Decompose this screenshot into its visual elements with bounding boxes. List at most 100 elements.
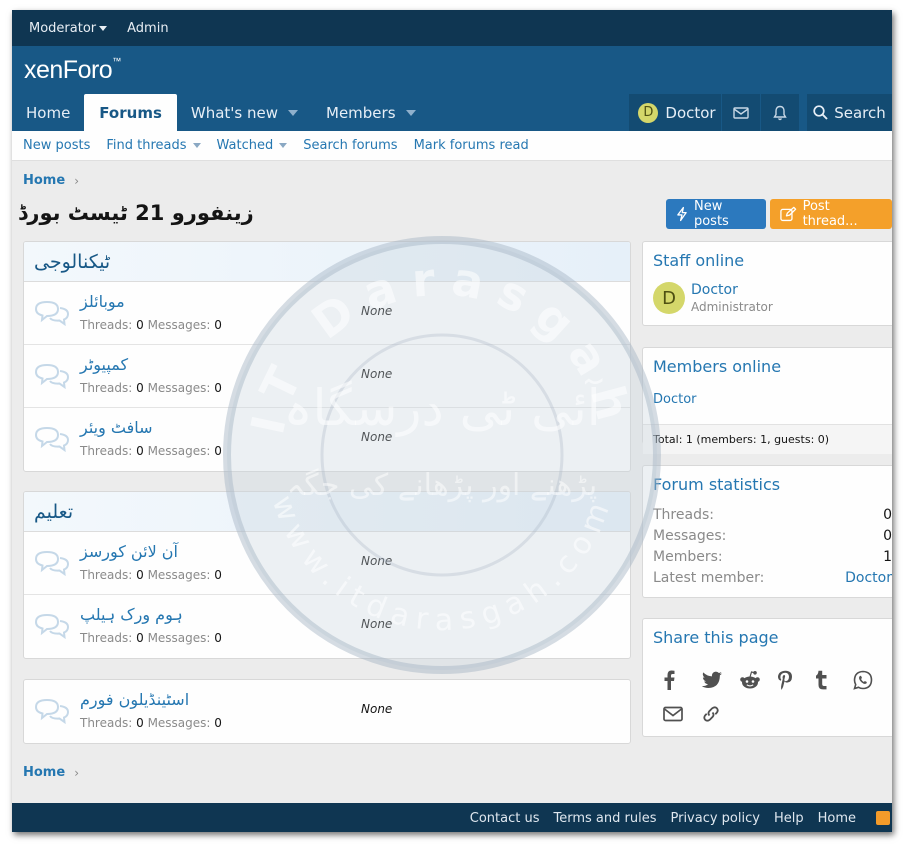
forum-stats: Threads: 0 Messages: 0 — [80, 631, 222, 645]
tab-whats-new-label: What's new — [190, 103, 278, 122]
online-member-link[interactable]: Doctor — [643, 376, 892, 424]
link-icon[interactable] — [701, 697, 739, 731]
forum-title[interactable]: اسٹینڈیلون فورم — [80, 690, 189, 709]
post-thread-label: Post thread... — [802, 199, 858, 229]
members-online-title[interactable]: Members online — [643, 348, 892, 376]
subnav-watched[interactable]: Watched — [217, 138, 288, 153]
forum-title[interactable]: کمپیوٹر — [80, 355, 128, 374]
messages-label: Messages: — [147, 631, 211, 645]
footer-home-link[interactable]: Home — [818, 811, 856, 826]
forum-chat-icon — [34, 363, 70, 390]
tab-home-label: Home — [26, 103, 71, 122]
forum-title[interactable]: موبائلز — [80, 292, 125, 311]
forum-stats: Threads: 0 Messages: 0 — [80, 444, 222, 458]
envelope-icon — [733, 106, 749, 119]
chevron-right-icon: › — [74, 765, 79, 780]
twitter-icon[interactable] — [701, 663, 739, 697]
inbox-button[interactable] — [722, 94, 760, 131]
forum-stats: Threads: 0 Messages: 0 — [80, 568, 222, 582]
staff-online-widget: Staff online D Doctor Administrator — [642, 241, 892, 326]
forum-title[interactable]: آن لائن کورسز — [80, 542, 178, 561]
subnav-watched-label: Watched — [216, 138, 274, 153]
post-thread-button[interactable]: Post thread... — [770, 199, 892, 229]
forum-node: اسٹینڈیلون فورم Threads: 0 Messages: 0 N… — [24, 680, 630, 743]
stat-label: Threads: — [653, 506, 714, 523]
share-title: Share this page — [653, 628, 779, 647]
forum-stats: Threads: 0 Messages: 0 — [80, 381, 222, 395]
threads-label: Threads: — [80, 568, 133, 582]
latest-member-link[interactable]: Doctor — [845, 570, 892, 586]
subnav-mark-forums-read[interactable]: Mark forums read — [414, 138, 529, 153]
messages-label: Messages: — [147, 318, 211, 332]
stat-value: 0 — [883, 527, 892, 544]
forum-stats: Threads: 0 Messages: 0 — [80, 318, 222, 332]
whatsapp-icon[interactable] — [853, 663, 891, 697]
stat-label: Members: — [653, 548, 723, 565]
pinterest-icon[interactable] — [777, 663, 815, 697]
category-header[interactable]: ٹیکنالوجی — [24, 242, 630, 282]
footer-contact-link[interactable]: Contact us — [470, 811, 540, 826]
staff-online-title[interactable]: Staff online — [643, 242, 892, 270]
tab-forums-label: Forums — [99, 103, 162, 122]
search-label: Search — [834, 103, 886, 122]
tab-members[interactable]: Members — [312, 94, 430, 131]
rss-icon[interactable] — [876, 811, 890, 825]
new-posts-button[interactable]: New posts — [666, 199, 766, 229]
subnav-find-threads[interactable]: Find threads — [106, 138, 201, 153]
chevron-right-icon: › — [74, 173, 79, 188]
forum-statistics-title: Forum statistics — [653, 475, 781, 494]
breadcrumb-home[interactable]: Home — [23, 173, 65, 188]
messages-label: Messages: — [147, 716, 211, 730]
caret-down-icon[interactable] — [405, 109, 416, 116]
messages-count: 0 — [214, 631, 222, 645]
staff-member: D Doctor Administrator — [643, 270, 892, 314]
browser-page: Moderator Admin xenForo™ Home Forums Wha… — [12, 10, 892, 832]
email-icon[interactable] — [663, 697, 701, 731]
forum-stats: Threads: 0 Messages: 0 — [80, 716, 222, 730]
messages-label: Messages: — [147, 444, 211, 458]
subnav-search-forums[interactable]: Search forums — [303, 138, 397, 153]
threads-count: 0 — [136, 444, 144, 458]
threads-label: Threads: — [80, 444, 133, 458]
forum-title[interactable]: سافٹ ویئر — [80, 418, 153, 437]
subnav-new-posts[interactable]: New posts — [23, 138, 90, 153]
forum-node: سافٹ ویئر Threads: 0 Messages: 0 None — [24, 408, 630, 471]
breadcrumb: Home › — [23, 173, 79, 188]
forum-node: ہوم ورک ہیلپ Threads: 0 Messages: 0 None — [24, 595, 630, 658]
caret-down-icon[interactable] — [288, 109, 298, 116]
footer-terms-link[interactable]: Terms and rules — [554, 811, 657, 826]
reddit-icon[interactable] — [739, 663, 777, 697]
new-posts-label: New posts — [693, 199, 729, 229]
footer-links: Contact us Terms and rules Privacy polic… — [456, 811, 878, 826]
messages-count: 0 — [214, 444, 222, 458]
category-header[interactable]: تعلیم — [24, 492, 630, 532]
account-menu[interactable]: D Doctor — [629, 94, 721, 131]
facebook-icon[interactable] — [663, 663, 701, 697]
logo-trademark: ™ — [112, 55, 121, 66]
breadcrumb-home[interactable]: Home — [23, 765, 65, 780]
tumblr-icon[interactable] — [815, 663, 853, 697]
lightning-icon — [677, 206, 687, 222]
alerts-button[interactable] — [761, 94, 799, 131]
tab-home[interactable]: Home — [12, 94, 84, 131]
site-logo[interactable]: xenForo™ — [24, 56, 121, 85]
site-footer: Contact us Terms and rules Privacy polic… — [12, 803, 892, 832]
footer-privacy-link[interactable]: Privacy policy — [670, 811, 759, 826]
staff-bar: Moderator Admin — [12, 10, 892, 46]
tab-whats-new[interactable]: What's new — [177, 94, 312, 131]
stat-value: 0 — [883, 506, 892, 523]
account-name: Doctor — [665, 103, 716, 122]
breadcrumb-bottom: Home › — [23, 765, 79, 780]
footer-help-link[interactable]: Help — [774, 811, 804, 826]
forum-title[interactable]: ہوم ورک ہیلپ — [80, 605, 183, 624]
avatar[interactable]: D — [653, 282, 685, 314]
admin-link[interactable]: Admin — [127, 21, 168, 36]
moderator-menu[interactable]: Moderator — [29, 21, 108, 36]
stat-row: Members: 1 — [643, 546, 892, 567]
staff-member-name[interactable]: Doctor — [691, 282, 773, 298]
caret-down-icon[interactable] — [279, 143, 288, 148]
caret-down-icon[interactable] — [192, 143, 201, 148]
search-button[interactable]: Search — [807, 94, 892, 131]
tab-forums[interactable]: Forums — [84, 94, 177, 131]
category-block: ٹیکنالوجی موبائلز Threads: 0 Messages: 0… — [23, 241, 631, 472]
